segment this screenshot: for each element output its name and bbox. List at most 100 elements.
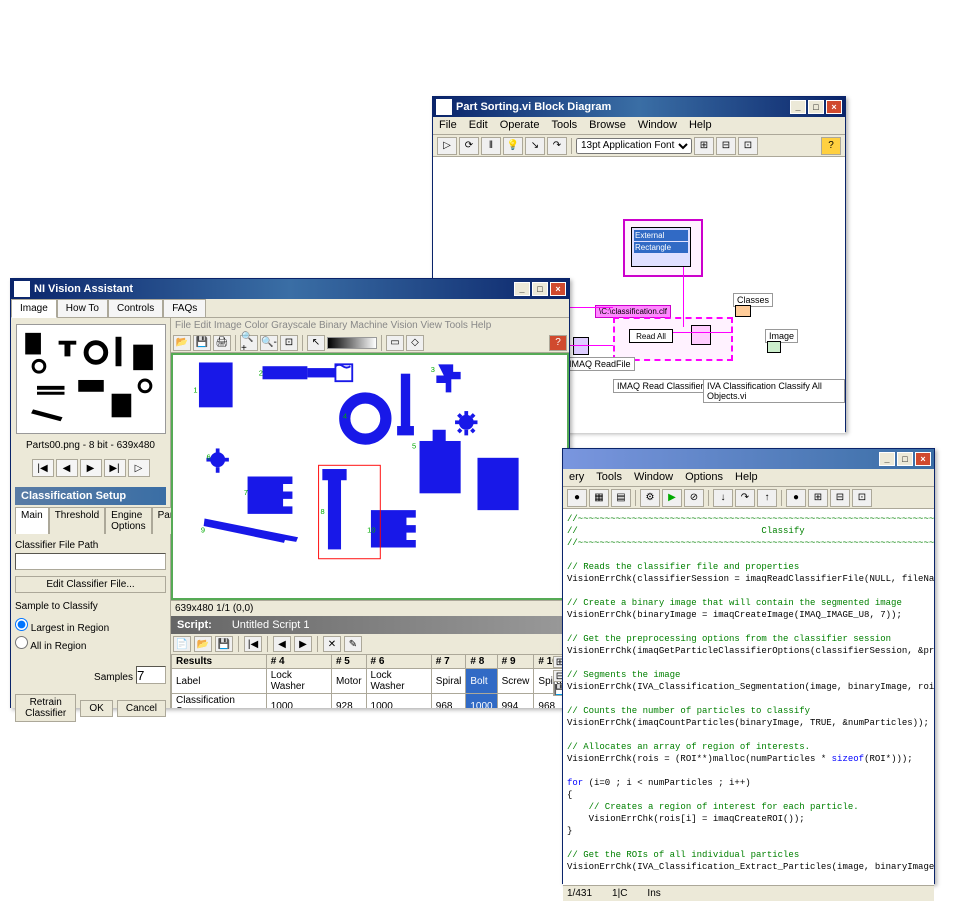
classes-indicator[interactable] [735, 305, 751, 317]
align-button[interactable]: ⊞ [694, 137, 714, 155]
zoom-fit-icon[interactable]: ⊡ [280, 335, 298, 351]
step-over-icon[interactable]: ↷ [735, 489, 755, 507]
zoom-in-icon[interactable]: 🔍+ [240, 335, 258, 351]
run-icon[interactable]: ▶ [662, 489, 682, 507]
tab-main[interactable]: Main [15, 507, 49, 534]
minimize-button[interactable]: _ [879, 452, 895, 466]
results-table[interactable]: Results# 4# 5# 6# 7# 8# 9# 10LabelLock W… [171, 654, 569, 708]
compile-icon[interactable]: ⚙ [640, 489, 660, 507]
pause-button[interactable]: ‖ [481, 137, 501, 155]
close-button[interactable]: × [826, 100, 842, 114]
roi-node[interactable]: External Rectangle [631, 227, 691, 267]
menu-gallery[interactable]: ery [563, 469, 590, 486]
radio-all[interactable]: All in Region [15, 636, 166, 652]
code-editor[interactable]: //~~~~~~~~~~~~~~~~~~~~~~~~~~~~~~~~~~~~~~… [563, 509, 934, 885]
rotate-tool-icon[interactable]: ◇ [406, 335, 424, 351]
bd-titlebar[interactable]: Part Sorting.vi Block Diagram _ □ × [433, 97, 845, 117]
menu-file[interactable]: File [433, 117, 463, 134]
minimize-button[interactable]: _ [514, 282, 530, 296]
run-button[interactable]: ▷ [437, 137, 457, 155]
step-over-button[interactable]: ↷ [547, 137, 567, 155]
prev-step-icon[interactable]: ◀ [273, 636, 291, 652]
help-icon[interactable]: ? [821, 137, 841, 155]
help-icon[interactable]: ? [549, 335, 567, 351]
close-button[interactable]: × [915, 452, 931, 466]
external-dropdown[interactable]: External [634, 230, 688, 241]
print-icon[interactable]: 🖨 [213, 335, 231, 351]
reorder-button[interactable]: ⊡ [738, 137, 758, 155]
menu-browse[interactable]: Browse [583, 117, 632, 134]
menu-window[interactable]: Window [628, 469, 679, 486]
tab-faqs[interactable]: FAQs [163, 299, 206, 317]
classifier-path-input[interactable] [15, 553, 166, 570]
image-menubar[interactable]: File Edit Image Color Grayscale Binary M… [171, 318, 569, 333]
toggle-bp-icon[interactable]: ● [786, 489, 806, 507]
play-button[interactable]: ▷ [128, 459, 150, 477]
main-image-view[interactable]: 1 2 3 4 5 6 7 8 9 10 [171, 353, 569, 600]
open-icon[interactable]: 📂 [173, 335, 191, 351]
menu-edit[interactable]: Edit [463, 117, 494, 134]
menu-tools[interactable]: Tools [545, 117, 583, 134]
new-script-icon[interactable]: 📄 [173, 636, 191, 652]
last-button[interactable]: ▶| [104, 459, 126, 477]
samples-input[interactable] [136, 666, 166, 684]
next-step-icon[interactable]: ▶ [294, 636, 312, 652]
menu-window[interactable]: Window [632, 117, 683, 134]
radio-largest[interactable]: Largest in Region [15, 618, 166, 634]
distribute-button[interactable]: ⊟ [716, 137, 736, 155]
break-icon[interactable]: ⊘ [684, 489, 704, 507]
minimize-button[interactable]: _ [790, 100, 806, 114]
readfile-node[interactable] [573, 337, 589, 355]
tab-engine[interactable]: Engine Options [105, 507, 151, 534]
step-out-icon[interactable]: ↑ [757, 489, 777, 507]
tb-icon[interactable]: ⊞ [808, 489, 828, 507]
step-into-icon[interactable]: ↓ [713, 489, 733, 507]
font-select[interactable]: 13pt Application Font [576, 138, 692, 154]
zoom-out-icon[interactable]: 🔍- [260, 335, 278, 351]
maximize-button[interactable]: □ [808, 100, 824, 114]
edit-classifier-button[interactable]: Edit Classifier File... [15, 576, 166, 593]
save-script-icon[interactable]: 💾 [215, 636, 233, 652]
menu-operate[interactable]: Operate [494, 117, 546, 134]
menu-options[interactable]: Options [679, 469, 729, 486]
tab-threshold[interactable]: Threshold [49, 507, 105, 534]
tb-icon[interactable]: ▤ [611, 489, 631, 507]
tb-icon[interactable]: ● [567, 489, 587, 507]
read-all-node[interactable]: Read All [629, 329, 673, 343]
image-indicator[interactable] [767, 341, 781, 353]
tab-howto[interactable]: How To [57, 299, 108, 317]
rect-tool-icon[interactable]: ▭ [386, 335, 404, 351]
menu-tools[interactable]: Tools [590, 469, 628, 486]
code-titlebar[interactable]: _ □ × [563, 449, 934, 469]
run-cont-button[interactable]: ⟳ [459, 137, 479, 155]
tb-icon[interactable]: ⊟ [830, 489, 850, 507]
menu-help[interactable]: Help [683, 117, 718, 134]
tb-icon[interactable]: ▦ [589, 489, 609, 507]
maximize-button[interactable]: □ [532, 282, 548, 296]
open-script-icon[interactable]: 📂 [194, 636, 212, 652]
cancel-button[interactable]: Cancel [117, 700, 166, 717]
rectangle-dropdown[interactable]: Rectangle [634, 242, 688, 253]
tb-icon[interactable]: ⊡ [852, 489, 872, 507]
ok-button[interactable]: OK [80, 700, 112, 717]
classify-node[interactable] [691, 325, 711, 345]
highlight-button[interactable]: 💡 [503, 137, 523, 155]
va-titlebar[interactable]: NI Vision Assistant _ □ × [11, 279, 569, 299]
tab-image[interactable]: Image [11, 299, 57, 318]
palette-icon[interactable] [327, 337, 377, 349]
next-button[interactable]: ▶ [80, 459, 102, 477]
first-step-icon[interactable]: |◀ [244, 636, 262, 652]
edit-step-icon[interactable]: ✎ [344, 636, 362, 652]
pointer-icon[interactable]: ↖ [307, 335, 325, 351]
tab-controls[interactable]: Controls [108, 299, 163, 317]
maximize-button[interactable]: □ [897, 452, 913, 466]
step-button[interactable]: ↘ [525, 137, 545, 155]
menu-help[interactable]: Help [729, 469, 764, 486]
close-button[interactable]: × [550, 282, 566, 296]
save-icon[interactable]: 💾 [193, 335, 211, 351]
first-button[interactable]: |◀ [32, 459, 54, 477]
delete-step-icon[interactable]: ✕ [323, 636, 341, 652]
thumbnail-image[interactable] [16, 324, 166, 434]
retrain-button[interactable]: Retrain Classifier [15, 694, 76, 722]
prev-button[interactable]: ◀ [56, 459, 78, 477]
